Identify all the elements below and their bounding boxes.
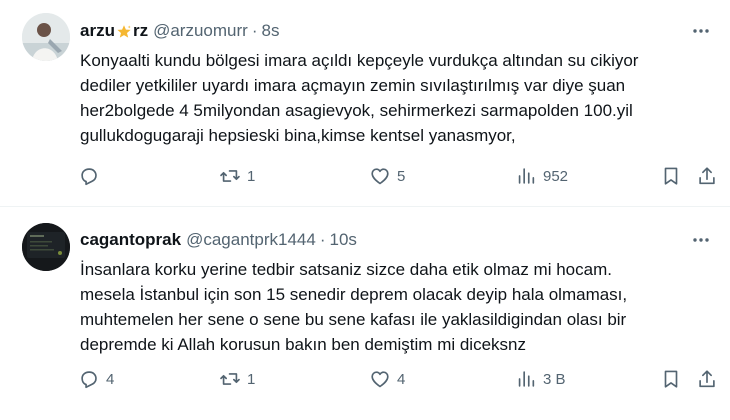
action-bar: 4 1 4 3 B <box>78 366 718 392</box>
retweet-count: 1 <box>247 370 256 388</box>
glowing-star-icon <box>117 24 131 38</box>
user-handle[interactable]: @arzuomurr <box>153 20 248 42</box>
separator-dot: · <box>319 230 326 249</box>
tweet-header: cagantoprak @cagantprk1444 · 10s <box>80 229 357 251</box>
tweet-header: arzu rz @arzuomurr · 8s <box>80 20 279 42</box>
like-button[interactable]: 4 <box>369 366 405 392</box>
like-count: 4 <box>397 370 406 388</box>
retweet-button[interactable]: 1 <box>219 366 255 392</box>
tweet-2[interactable]: cagantoprak @cagantprk1444 · 10s İnsanla… <box>0 207 730 420</box>
bookmark-button[interactable] <box>660 163 682 189</box>
display-name-part-1: arzu <box>80 21 115 40</box>
share-upload-icon <box>699 370 715 388</box>
like-button[interactable]: 5 <box>369 163 405 189</box>
view-count: 3 B <box>543 370 566 388</box>
reply-count: 4 <box>106 370 115 388</box>
bookmark-icon <box>664 370 678 388</box>
retweet-icon <box>220 373 240 385</box>
share-button[interactable] <box>696 366 718 392</box>
views-button[interactable]: 3 B <box>515 366 566 392</box>
retweet-button[interactable]: 1 <box>219 163 255 189</box>
more-options-button[interactable] <box>690 20 712 42</box>
timestamp[interactable]: 10s <box>330 229 357 251</box>
separator-dot: · <box>251 21 258 40</box>
bookmark-button[interactable] <box>660 366 682 392</box>
tweet-text-line: mesela İstanbul için son 15 senedir depr… <box>80 285 628 304</box>
more-horizontal-icon <box>693 238 709 242</box>
display-name[interactable]: cagantoprak <box>80 229 181 251</box>
share-button[interactable] <box>696 163 718 189</box>
bookmark-icon <box>664 167 678 185</box>
tweet-text-line: her2bolgede 4 5milyondan asagievyok, seh… <box>80 101 633 120</box>
tweet-text-line: muhtemelen her sene o sene bu sene kafas… <box>80 310 627 329</box>
reply-bubble-icon <box>81 168 97 186</box>
reply-bubble-icon <box>81 371 97 389</box>
reply-button[interactable]: 4 <box>78 366 114 392</box>
display-name[interactable]: arzu rz <box>80 20 148 42</box>
views-bar-chart-icon <box>518 371 535 387</box>
heart-icon <box>371 168 389 185</box>
retweet-count: 1 <box>247 167 256 185</box>
avatar-cagantprk1444[interactable] <box>22 223 70 271</box>
tweet-text-line: depremde ki Allah korusun bakın ben demi… <box>80 335 526 354</box>
heart-icon <box>371 371 389 388</box>
tweet-text-line: İnsanlara korku yerine tedbir satsaniz s… <box>80 260 612 279</box>
share-upload-icon <box>699 167 715 185</box>
tweet-text: İnsanlara korku yerine tedbir satsaniz s… <box>80 257 710 357</box>
views-button[interactable]: 952 <box>515 163 568 189</box>
like-count: 5 <box>397 167 406 185</box>
tweet-1[interactable]: arzu rz @arzuomurr · 8s Konyaalti kundu … <box>0 0 730 207</box>
retweet-icon <box>220 170 240 182</box>
tweet-text-line: dediler yetkililer uyardı imara açmayın … <box>80 76 626 95</box>
view-count: 952 <box>543 167 569 185</box>
avatar-photo-image <box>22 223 70 271</box>
reply-button[interactable] <box>78 163 106 189</box>
tweet-text-line: gullukdogugaraji hepsieski bina,kimse ke… <box>80 126 516 145</box>
avatar-photo-image <box>22 13 70 61</box>
more-horizontal-icon <box>693 29 709 33</box>
tweet-text-line: Konyaalti kundu bölgesi imara açıldı kep… <box>80 51 639 70</box>
tweet-text: Konyaalti kundu bölgesi imara açıldı kep… <box>80 48 710 148</box>
avatar-arzuomurr[interactable] <box>22 13 70 61</box>
action-bar: 1 5 952 <box>78 163 718 189</box>
user-handle[interactable]: @cagantprk1444 <box>186 229 316 251</box>
display-name-part-2: rz <box>132 21 149 40</box>
views-bar-chart-icon <box>518 168 535 184</box>
timestamp[interactable]: 8s <box>262 20 280 42</box>
more-options-button[interactable] <box>690 229 712 251</box>
